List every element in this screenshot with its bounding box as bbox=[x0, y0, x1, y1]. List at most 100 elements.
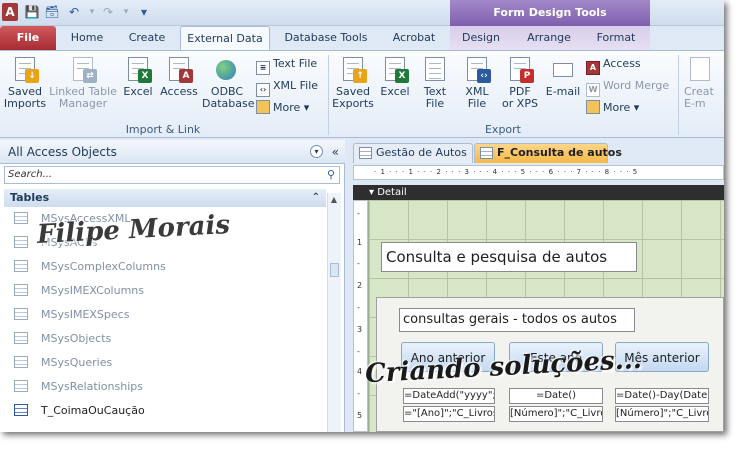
undo-icon[interactable]: ↶ bbox=[66, 4, 82, 20]
tab-format[interactable]: Format bbox=[588, 26, 644, 50]
formula-textbox[interactable]: [Número]";"C_Livros bbox=[615, 406, 709, 422]
export-text-file-button[interactable]: Text File bbox=[416, 55, 454, 110]
subtitle-label[interactable]: consultas gerais - todos os autos bbox=[399, 308, 635, 332]
tab-file[interactable]: File bbox=[0, 26, 56, 50]
tab-database-tools[interactable]: Database Tools bbox=[276, 26, 376, 50]
nav-scrollbar[interactable] bbox=[327, 193, 341, 432]
save-icon[interactable]: 💾 bbox=[24, 4, 40, 20]
horizontal-ruler: · 1 · · · 1 · · · 2 · · · 3 · · · 4 · · … bbox=[353, 165, 724, 180]
tab-gestao-de-autos[interactable]: Gestão de Autos bbox=[353, 143, 473, 163]
form-title-label[interactable]: Consulta e pesquisa de autos bbox=[381, 242, 637, 272]
section-bar-detail[interactable]: ▾ Detail bbox=[353, 185, 724, 200]
formula-textbox[interactable]: =Date()-Day(Date()) bbox=[615, 388, 709, 404]
table-icon bbox=[14, 260, 28, 272]
quick-access-toolbar: A 💾 🗃 ↶ ▾ ↷ ▾ ▾ Form Design Tools bbox=[0, 0, 724, 26]
list-item[interactable]: MSysRelationships bbox=[14, 377, 143, 397]
export-xml-file-button[interactable]: ‹› XML File bbox=[456, 55, 498, 110]
pdf-icon: P bbox=[506, 55, 534, 83]
form-icon bbox=[359, 147, 372, 159]
saved-imports-icon: ↓ bbox=[11, 55, 39, 83]
access-icon: A bbox=[586, 61, 600, 75]
navigation-pane-header[interactable]: All Access Objects ▾ « bbox=[0, 140, 345, 164]
import-odbc-button[interactable]: ODBC Database bbox=[202, 55, 255, 110]
formula-textbox[interactable]: [Número]";"C_Livro bbox=[509, 406, 603, 422]
word-merge-icon: W bbox=[586, 83, 600, 97]
xml-file-icon: ‹› bbox=[463, 55, 491, 83]
chevron-up-icon[interactable]: ⌃ bbox=[312, 189, 320, 207]
customize-qat-icon[interactable]: ▾ bbox=[136, 4, 152, 20]
text-file-icon bbox=[421, 55, 449, 83]
export-word-merge-button[interactable]: W Word Merge bbox=[586, 77, 669, 97]
search-input[interactable]: Search... ⚲ bbox=[4, 166, 340, 184]
saved-exports-icon: ↑ bbox=[339, 55, 367, 83]
linked-table-manager-icon: ⇄ bbox=[69, 55, 97, 83]
linked-table-manager-button[interactable]: ⇄ Linked Table Manager bbox=[48, 55, 118, 110]
more-folder-icon bbox=[586, 100, 600, 114]
document-area: Gestão de Autos F_Consulta de autos · 1 … bbox=[347, 140, 724, 432]
export-more-button[interactable]: More ▾ bbox=[586, 99, 639, 117]
list-item[interactable]: MSysObjects bbox=[14, 329, 111, 349]
saved-imports-button[interactable]: ↓ Saved Imports bbox=[3, 55, 47, 110]
db-icon[interactable]: 🗃 bbox=[44, 4, 60, 20]
list-item[interactable]: MSysComplexColumns bbox=[14, 257, 166, 277]
text-file-icon: ≡ bbox=[256, 61, 270, 75]
formula-textbox[interactable]: =Date() bbox=[509, 388, 603, 404]
excel-icon: X bbox=[381, 55, 409, 83]
saved-exports-button[interactable]: ↑ Saved Exports bbox=[332, 55, 374, 110]
list-item[interactable]: T_CoimaOuCaução bbox=[14, 401, 145, 421]
navigation-pane: All Access Objects ▾ « Search... ⚲ Table… bbox=[0, 140, 345, 432]
table-icon bbox=[14, 308, 28, 320]
import-text-file-button[interactable]: ≡ Text File bbox=[256, 55, 317, 75]
formula-textbox[interactable]: =DateAdd("yyyy";-1;D bbox=[403, 388, 495, 404]
export-excel-button[interactable]: X Excel bbox=[376, 55, 414, 98]
table-icon bbox=[14, 212, 28, 224]
tab-acrobat[interactable]: Acrobat bbox=[382, 26, 446, 50]
table-icon bbox=[14, 380, 28, 392]
group-label-import-link: Import & Link bbox=[125, 123, 201, 136]
undo-dropdown-icon[interactable]: ▾ bbox=[84, 4, 100, 20]
chevron-down-icon[interactable]: ▾ bbox=[310, 145, 323, 158]
export-email-button[interactable]: E-mail bbox=[542, 55, 584, 98]
table-icon bbox=[14, 236, 28, 248]
xml-file-icon: ‹› bbox=[256, 83, 270, 97]
import-excel-button[interactable]: X Excel bbox=[120, 55, 156, 98]
email-icon bbox=[549, 55, 577, 83]
scrollbar-thumb[interactable] bbox=[330, 263, 339, 277]
redo-icon[interactable]: ↷ bbox=[100, 4, 116, 20]
excel-icon: X bbox=[124, 55, 152, 83]
tab-external-data[interactable]: External Data bbox=[180, 26, 270, 50]
access-icon: A bbox=[165, 55, 193, 83]
ribbon: ↓ Saved Imports ⇄ Linked Table Manager X… bbox=[0, 50, 724, 138]
section-header-tables[interactable]: Tables ⌃ bbox=[4, 189, 326, 207]
odbc-globe-icon bbox=[213, 55, 241, 83]
access-window: A 💾 🗃 ↶ ▾ ↷ ▾ ▾ Form Design Tools File H… bbox=[0, 0, 724, 432]
redo-dropdown-icon[interactable]: ▾ bbox=[118, 4, 134, 20]
shutter-collapse-icon[interactable]: « bbox=[332, 140, 339, 164]
formula-textbox[interactable]: ="[Ano]";"C_Livros_ bbox=[403, 406, 495, 422]
import-xml-file-button[interactable]: ‹› XML File bbox=[256, 77, 318, 97]
tab-arrange[interactable]: Arrange bbox=[516, 26, 582, 50]
group-separator bbox=[328, 55, 329, 135]
tab-create[interactable]: Create bbox=[118, 26, 176, 50]
list-item[interactable]: MSysIMEXSpecs bbox=[14, 305, 129, 325]
export-pdf-xps-button[interactable]: P PDF or XPS bbox=[500, 55, 540, 110]
scroll-up-icon[interactable]: ▲ bbox=[327, 193, 341, 207]
import-access-button[interactable]: A Access bbox=[158, 55, 200, 98]
list-item[interactable]: MSysQueries bbox=[14, 353, 112, 373]
access-app-icon[interactable]: A bbox=[2, 3, 18, 21]
tab-home[interactable]: Home bbox=[62, 26, 112, 50]
create-email-button[interactable]: Creat E-m bbox=[684, 55, 724, 110]
tab-f-consulta-de-autos[interactable]: F_Consulta de autos bbox=[474, 143, 622, 163]
ribbon-tabs: File Home Create External Data Database … bbox=[0, 26, 724, 50]
table-icon bbox=[14, 332, 28, 344]
import-more-button[interactable]: More ▾ bbox=[256, 99, 309, 117]
search-icon[interactable]: ⚲ bbox=[323, 167, 339, 183]
navigation-pane-title: All Access Objects bbox=[8, 145, 117, 159]
create-email-icon bbox=[686, 55, 714, 83]
tab-design[interactable]: Design bbox=[452, 26, 510, 50]
table-icon bbox=[14, 356, 28, 368]
export-access-button[interactable]: A Access bbox=[586, 55, 641, 75]
group-separator bbox=[678, 55, 679, 135]
vertical-ruler: - 1 - 2 - 3 - 4 - 5 bbox=[353, 200, 368, 432]
list-item[interactable]: MSysIMEXColumns bbox=[14, 281, 144, 301]
